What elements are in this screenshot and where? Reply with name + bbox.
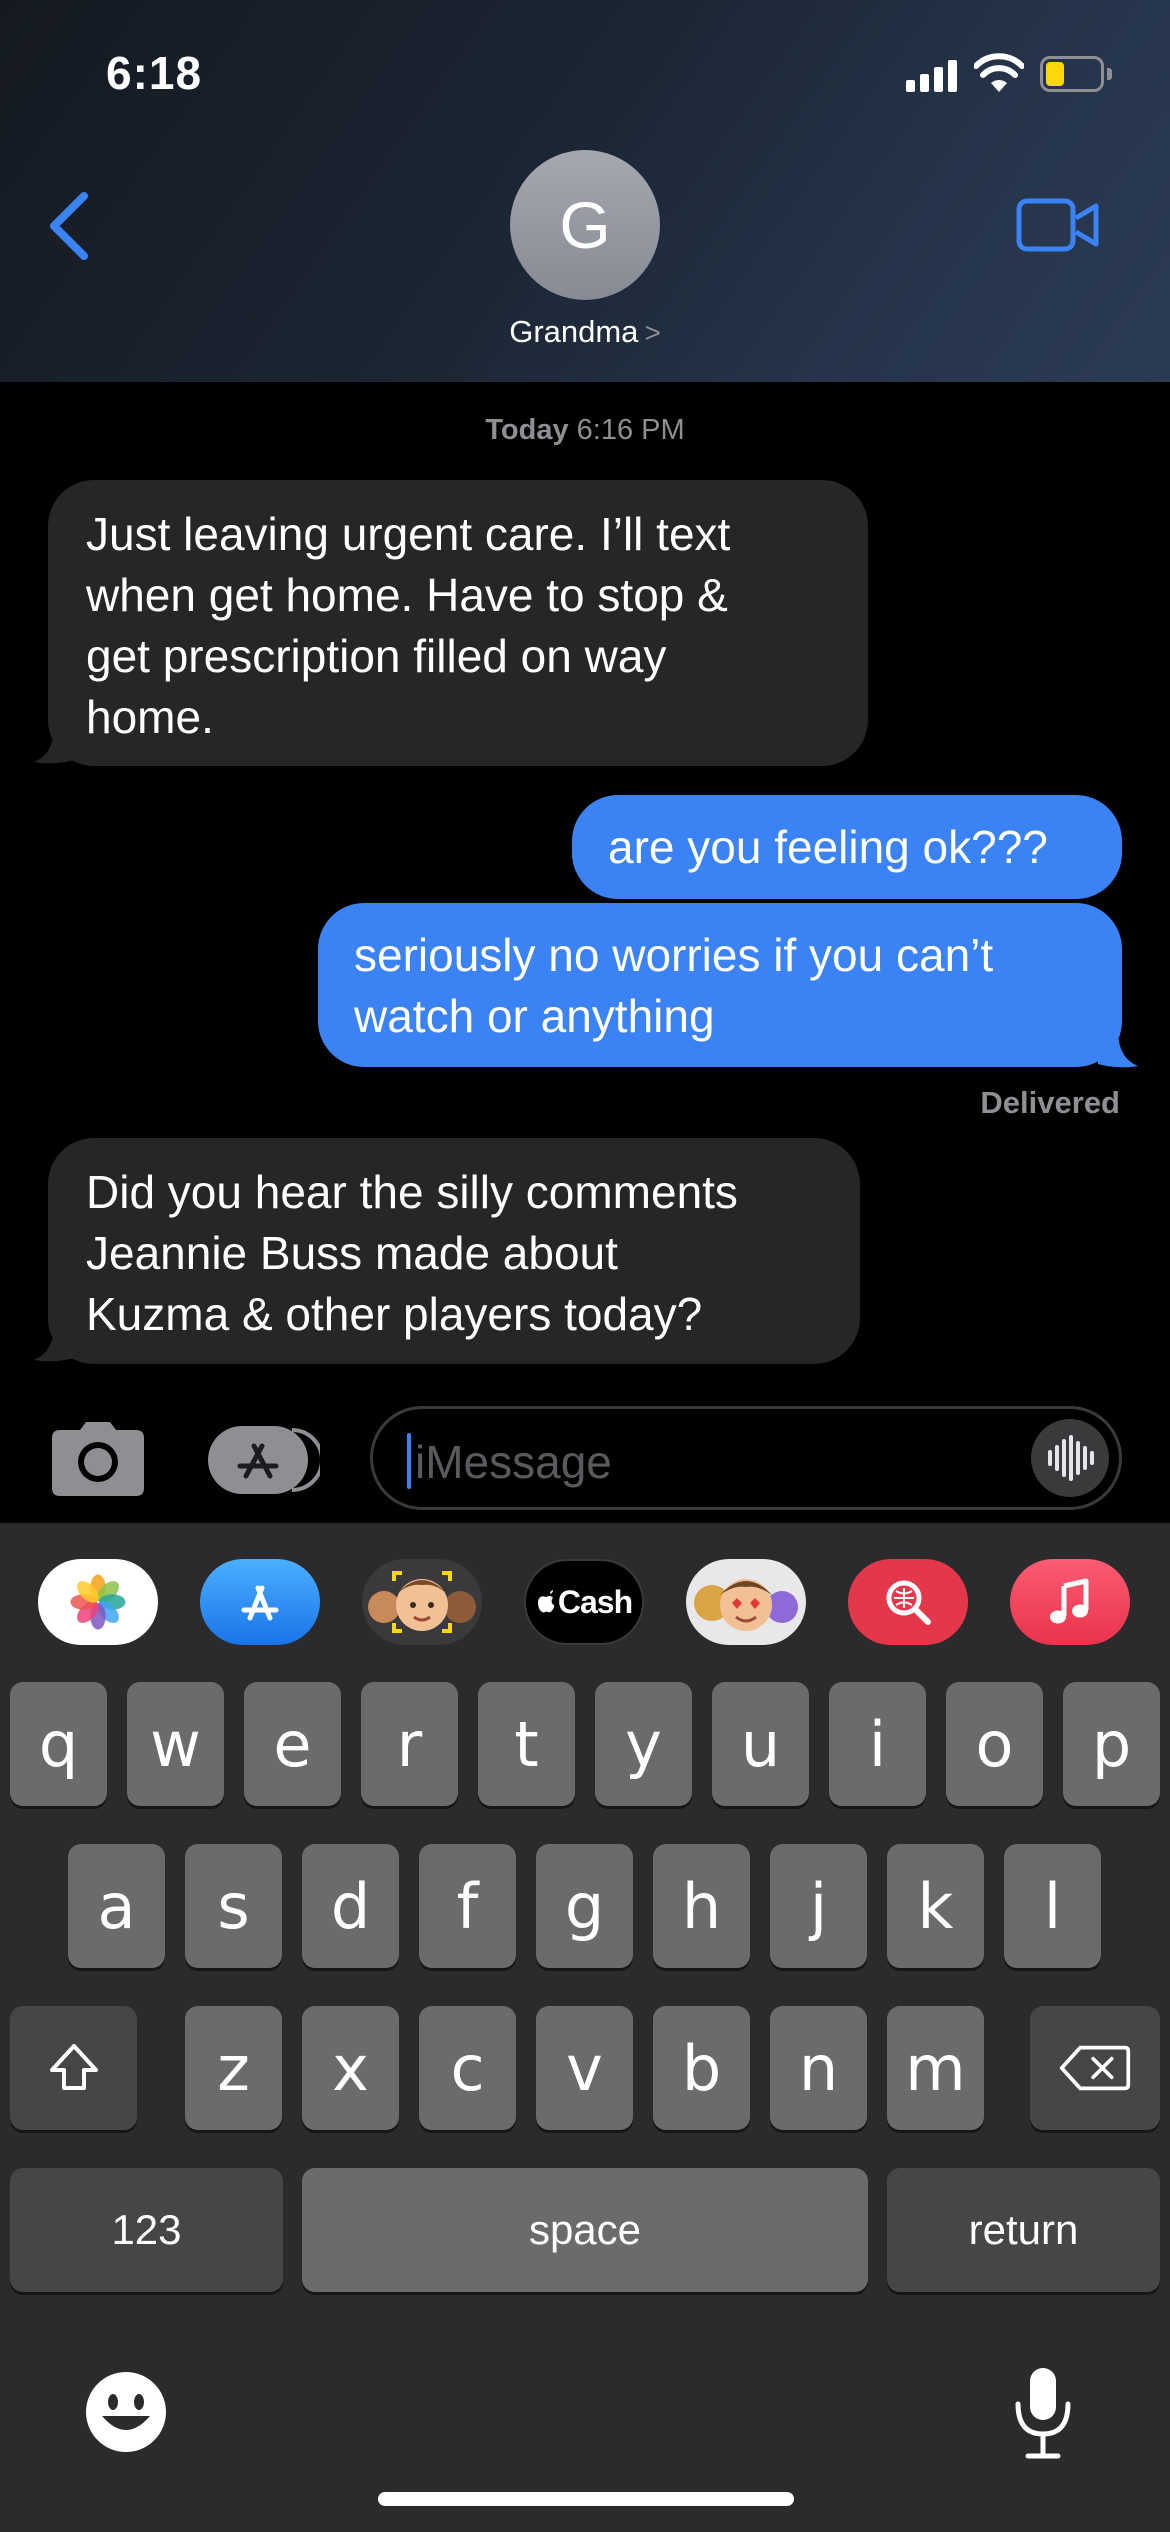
emoji-icon[interactable] bbox=[84, 2370, 168, 2454]
delivered-status: Delivered bbox=[980, 1085, 1120, 1120]
wifi-icon bbox=[974, 53, 1024, 92]
waveform-icon[interactable] bbox=[1031, 1419, 1109, 1497]
key-j[interactable]: j bbox=[770, 1844, 867, 1968]
avatar-initial: G bbox=[559, 188, 611, 262]
message-line: Just leaving urgent care. I’ll text bbox=[86, 508, 731, 560]
video-camera-icon[interactable] bbox=[1016, 198, 1100, 252]
imessage-app-drawer: Cash bbox=[0, 1523, 1170, 1675]
battery-icon bbox=[1040, 56, 1112, 92]
apple-cash-label: Cash bbox=[557, 1583, 633, 1620]
message-line: home. bbox=[86, 691, 214, 743]
key-a[interactable]: a bbox=[68, 1844, 165, 1968]
battery-level-fill bbox=[1046, 62, 1064, 86]
key-n[interactable]: n bbox=[770, 2006, 867, 2130]
key-d[interactable]: d bbox=[302, 1844, 399, 1968]
shift-key[interactable] bbox=[10, 2006, 137, 2130]
delete-key[interactable] bbox=[1030, 2006, 1160, 2130]
status-time: 6:18 bbox=[106, 47, 203, 99]
key-s[interactable]: s bbox=[185, 1844, 282, 1968]
message-bubble-outgoing[interactable]: seriously no worries if you can’t watch … bbox=[318, 903, 1122, 1067]
contact-chevron-icon: > bbox=[644, 317, 661, 348]
music-app-icon[interactable] bbox=[1010, 1559, 1130, 1645]
key-g[interactable]: g bbox=[536, 1844, 633, 1968]
key-q[interactable]: q bbox=[10, 1682, 107, 1806]
contact-name-button[interactable]: Grandma > bbox=[0, 314, 1170, 350]
key-y[interactable]: y bbox=[595, 1682, 692, 1806]
home-indicator[interactable] bbox=[378, 2492, 794, 2506]
key-w[interactable]: w bbox=[127, 1682, 224, 1806]
message-line: Did you hear the silly comments bbox=[86, 1166, 738, 1218]
message-bubble-outgoing[interactable]: are you feeling ok??? bbox=[572, 795, 1122, 899]
message-timestamp: Today 6:16 PM bbox=[0, 414, 1170, 447]
key-v[interactable]: v bbox=[536, 2006, 633, 2130]
contact-name: Grandma bbox=[509, 314, 639, 349]
camera-icon[interactable] bbox=[50, 1420, 146, 1498]
key-e[interactable]: e bbox=[244, 1682, 341, 1806]
key-x[interactable]: x bbox=[302, 2006, 399, 2130]
memoji-stickers-app-icon[interactable] bbox=[686, 1559, 806, 1645]
message-line: get prescription filled on way bbox=[86, 630, 667, 682]
app-store-icon[interactable] bbox=[208, 1426, 320, 1494]
cellular-signal-icon bbox=[906, 60, 958, 92]
key-m[interactable]: m bbox=[887, 2006, 984, 2130]
return-key[interactable]: return bbox=[887, 2168, 1160, 2292]
key-h[interactable]: h bbox=[653, 1844, 750, 1968]
message-bubble-incoming[interactable]: Just leaving urgent care. I’ll text when… bbox=[48, 480, 868, 766]
chevron-left-icon[interactable] bbox=[44, 190, 96, 262]
image-search-app-icon[interactable] bbox=[848, 1559, 968, 1645]
numbers-key[interactable]: 123 bbox=[10, 2168, 283, 2292]
apple-cash-app-icon[interactable]: Cash bbox=[524, 1559, 644, 1645]
key-c[interactable]: c bbox=[419, 2006, 516, 2130]
message-input-placeholder: iMessage bbox=[415, 1436, 612, 1488]
key-u[interactable]: u bbox=[712, 1682, 809, 1806]
photos-app-icon[interactable] bbox=[38, 1559, 158, 1645]
message-line: are you feeling ok??? bbox=[608, 821, 1048, 873]
message-line: seriously no worries if you can’t bbox=[354, 929, 994, 981]
message-line: watch or anything bbox=[354, 990, 715, 1042]
timestamp-day: Today bbox=[485, 414, 569, 446]
key-t[interactable]: t bbox=[478, 1682, 575, 1806]
space-key[interactable]: space bbox=[302, 2168, 868, 2292]
key-b[interactable]: b bbox=[653, 2006, 750, 2130]
key-r[interactable]: r bbox=[361, 1682, 458, 1806]
message-line: when get home. Have to stop & bbox=[86, 569, 728, 621]
shift-icon bbox=[49, 2044, 98, 2090]
delete-icon bbox=[1059, 2045, 1131, 2091]
key-f[interactable]: f bbox=[419, 1844, 516, 1968]
text-caret bbox=[407, 1433, 411, 1489]
message-bubble-incoming[interactable]: Did you hear the silly comments Jeannie … bbox=[48, 1138, 860, 1364]
key-o[interactable]: o bbox=[946, 1682, 1043, 1806]
conversation-header: 6:18 G Grandma > bbox=[0, 0, 1170, 382]
microphone-icon[interactable] bbox=[1008, 2364, 1078, 2460]
message-line: Kuzma & other players today? bbox=[86, 1288, 703, 1340]
timestamp-time: 6:16 PM bbox=[576, 414, 685, 446]
message-line: Jeannie Buss made about bbox=[86, 1227, 618, 1279]
key-p[interactable]: p bbox=[1063, 1682, 1160, 1806]
key-z[interactable]: z bbox=[185, 2006, 282, 2130]
key-l[interactable]: l bbox=[1004, 1844, 1101, 1968]
key-i[interactable]: i bbox=[829, 1682, 926, 1806]
memoji-camera-app-icon[interactable] bbox=[362, 1559, 482, 1645]
key-k[interactable]: k bbox=[887, 1844, 984, 1968]
app-store-app-icon[interactable] bbox=[200, 1559, 320, 1645]
message-input[interactable]: iMessage bbox=[370, 1406, 1122, 1510]
apple-logo-icon bbox=[537, 1590, 555, 1613]
contact-avatar[interactable]: G bbox=[510, 150, 660, 300]
